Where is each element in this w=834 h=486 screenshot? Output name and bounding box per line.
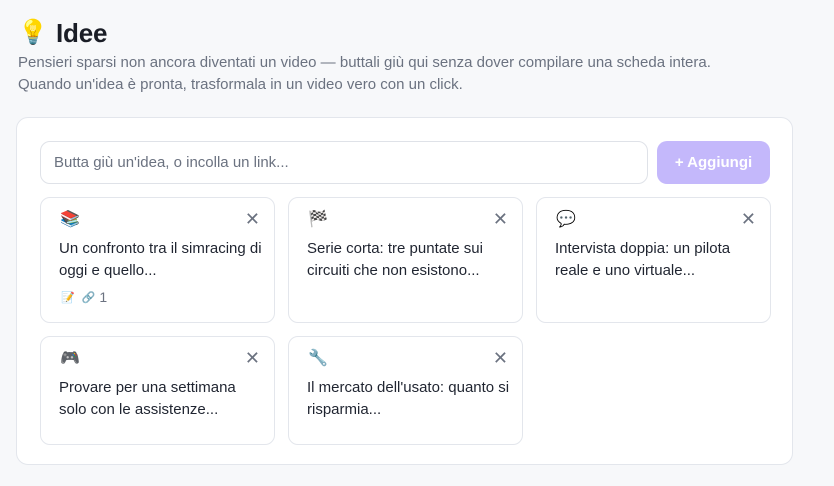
idea-composer: + Aggiungi <box>40 141 770 184</box>
close-icon[interactable]: ✕ <box>493 209 508 229</box>
close-icon[interactable]: ✕ <box>493 348 508 368</box>
idea-text: Il mercato dell'usato: quanto si risparm… <box>307 379 510 418</box>
description-line-2: Quando un'idea è pronta, trasformala in … <box>18 76 463 93</box>
idea-card[interactable]: 📚 ✕ Un confronto tra il simracing di ogg… <box>40 197 275 323</box>
idea-meta: 📝 🔗 1 <box>61 289 107 305</box>
idea-text: Un confronto tra il simracing di oggi e … <box>59 240 262 279</box>
stacked-books-icon: 📚 <box>60 211 80 228</box>
idea-text: Intervista doppia: un pilota reale e uno… <box>555 240 731 279</box>
idea-card[interactable]: 🏁 ✕ Serie corta: tre puntate sui circuit… <box>288 197 523 323</box>
page-header: 💡 Idee Pensieri sparsi non ancora divent… <box>18 16 818 96</box>
close-icon[interactable]: ✕ <box>245 348 260 368</box>
idea-input[interactable] <box>40 141 648 184</box>
idea-card[interactable]: 💬 ✕ Intervista doppia: un pilota reale e… <box>536 197 771 323</box>
link-icon: 🔗 <box>81 291 96 304</box>
gamepad-icon: 🎮 <box>60 350 80 367</box>
speech-bubble-icon: 💬 <box>556 211 576 228</box>
ideas-panel: + Aggiungi 📚 ✕ Un confronto tra il simra… <box>16 117 793 465</box>
checkered-flag-icon: 🏁 <box>308 211 328 228</box>
lightbulb-icon: 💡 <box>18 19 48 46</box>
page-description: Pensieri sparsi non ancora diventati un … <box>18 52 818 96</box>
page-title: Idee <box>56 17 108 48</box>
idea-card[interactable]: 🔧 ✕ Il mercato dell'usato: quanto si ris… <box>288 336 523 445</box>
wrench-icon: 🔧 <box>308 350 328 367</box>
add-idea-button[interactable]: + Aggiungi <box>657 141 770 184</box>
description-line-1: Pensieri sparsi non ancora diventati un … <box>18 54 711 71</box>
idea-text: Provare per una settimana solo con le as… <box>59 379 236 418</box>
idea-card[interactable]: 🎮 ✕ Provare per una settimana solo con l… <box>40 336 275 445</box>
idea-text: Serie corta: tre puntate sui circuiti ch… <box>307 240 483 279</box>
link-count: 1 <box>99 289 108 305</box>
title-row: 💡 Idee <box>18 16 818 50</box>
close-icon[interactable]: ✕ <box>741 209 756 229</box>
close-icon[interactable]: ✕ <box>245 209 260 229</box>
note-icon: 📝 <box>61 291 75 304</box>
